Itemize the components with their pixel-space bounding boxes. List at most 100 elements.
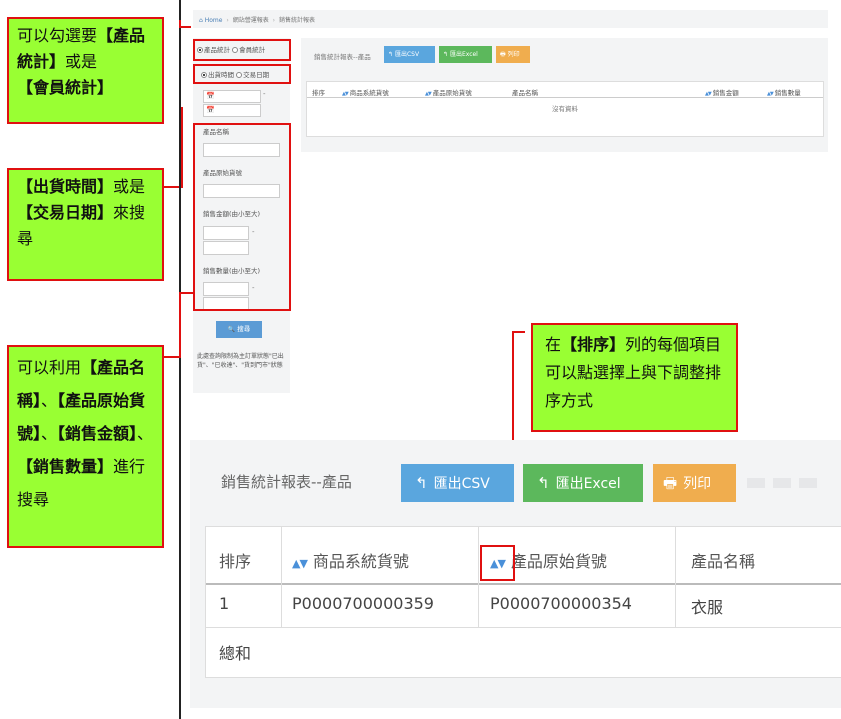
cell-product-name: 衣服 (691, 598, 724, 617)
row-divider (206, 627, 841, 628)
table-border (206, 526, 841, 527)
col-header-order[interactable]: 排序 (312, 87, 325, 97)
panel-title: 銷售統計報表--產品 (221, 473, 352, 491)
reply-icon: ↰ (443, 51, 449, 58)
report-panel-zoomed: 銷售統計報表--產品 ↰ 匯出CSV ↰ 匯出Excel 🖶 列印 排序 ▲▼ 商品系統… (190, 440, 841, 708)
button-label: 列印 (507, 51, 520, 58)
col-header-original-no[interactable]: ▲▼ 產品原始貨號 (425, 87, 472, 97)
note-bold: 【銷售數量】 (17, 457, 114, 476)
note-text: 在 (545, 335, 562, 354)
col-header-sales-qty[interactable]: ▲▼ 銷售數量 (767, 87, 801, 97)
print-button[interactable]: 🖶 列印 (653, 464, 736, 502)
print-icon: 🖶 (500, 51, 506, 58)
connector-line (181, 292, 193, 294)
highlight-date-type (193, 64, 291, 84)
panel-title: 銷售統計報表--產品 (314, 53, 371, 61)
export-excel-button[interactable]: ↰ 匯出Excel (439, 46, 492, 63)
button-label: 列印 (683, 476, 712, 492)
cell-order: 1 (219, 594, 230, 613)
report-table: 排序 ▲▼ 商品系統貨號 ▲▼ 產品原始貨號 產品名稱 1 P00007000003… (205, 526, 841, 678)
mini-report-table: 排序 ▲▼ 商品系統貨號 ▲▼ 產品原始貨號 產品名稱 ▲▼ 銷售金額 ▲▼ 銷售數量 … (306, 81, 824, 137)
note-text: 或是 (65, 52, 98, 71)
button-label: 匯出Excel (555, 476, 621, 492)
note-bold: 【出貨時間】 (17, 177, 114, 196)
callout-search-fields: 可以利用【產品名稱】、【產品原始貨號】、【銷售金額】、【銷售數量】進行搜尋 (7, 345, 164, 548)
col-header-product-name[interactable]: 產品名稱 (512, 87, 538, 97)
header-label: 商品系統貨號 (349, 89, 389, 97)
breadcrumb-home-link[interactable]: Home (205, 17, 223, 24)
col-header-system-no[interactable]: ▲▼ 商品系統貨號 (342, 87, 389, 97)
range-dash: - (263, 90, 266, 98)
note-bold: 【交易日期】 (17, 203, 114, 222)
faded-placeholder (799, 478, 817, 488)
header-label: 銷售金額 (712, 89, 739, 97)
export-csv-button[interactable]: ↰ 匯出CSV (401, 464, 514, 502)
home-icon[interactable]: ⌂ (199, 17, 203, 24)
col-header-system-no[interactable]: ▲▼ 商品系統貨號 (292, 548, 409, 572)
empty-state-text: 沒有資料 (552, 105, 578, 113)
date-from-input[interactable]: 📅 (203, 90, 261, 103)
connector-line (181, 107, 183, 188)
export-excel-button[interactable]: ↰ 匯出Excel (523, 464, 643, 502)
note-text: 可以勾選要 (17, 26, 98, 45)
reply-icon: ↰ (388, 51, 394, 58)
highlight-search-fields (193, 123, 291, 311)
header-label: 商品系統貨號 (312, 552, 409, 571)
callout-date-type: 【出貨時間】或是【交易日期】來搜尋 (7, 168, 164, 281)
breadcrumb-separator: › (272, 17, 276, 24)
breadcrumb-item[interactable]: 網站營運報表 (233, 17, 269, 24)
reply-icon: ↰ (537, 474, 550, 492)
note-bold: 【會員統計】 (17, 78, 114, 97)
button-label: 匯出CSV (433, 476, 490, 492)
note-text: 、 (41, 391, 58, 410)
search-icon: 🔍 (227, 326, 236, 333)
col-header-order[interactable]: 排序 (219, 548, 251, 572)
col-divider (675, 526, 676, 628)
header-divider (206, 583, 841, 585)
col-header-sales-amount[interactable]: ▲▼ 銷售金額 (705, 87, 739, 97)
connector-line (164, 186, 179, 188)
connector-line (181, 26, 191, 28)
print-button[interactable]: 🖶 列印 (496, 46, 530, 63)
breadcrumb: ⌂ Home › 網站營運報表 › 銷售統計報表 (193, 10, 828, 28)
sidebar-note: 此處查詢限制為主訂單狀態"已出貨"、"已收達"、"貨到門市"狀態 (197, 353, 284, 369)
connector-line (179, 292, 181, 358)
breadcrumb-current: 銷售統計報表 (278, 17, 315, 24)
reply-icon: ↰ (415, 474, 428, 492)
note-text: 、 (41, 424, 58, 443)
note-text: 可以利用 (17, 358, 82, 377)
search-button-label: 搜尋 (237, 325, 251, 333)
connector-line (512, 331, 525, 333)
header-divider (307, 97, 823, 98)
button-label: 匯出Excel (449, 51, 478, 58)
table-border (206, 677, 841, 678)
button-label: 匯出CSV (394, 51, 420, 58)
cell-total-label: 總和 (219, 644, 252, 663)
callout-sort: 在【排序】列的每個項目可以點選擇上與下調整排序方式 (531, 323, 738, 432)
note-text: 、 (137, 424, 154, 443)
calendar-icon: 📅 (206, 92, 215, 100)
highlight-sort-icon (480, 545, 515, 581)
col-divider (478, 526, 479, 628)
cell-system-no: P0000700000359 (292, 594, 434, 613)
report-panel-mini: 銷售統計報表--產品 ↰ 匯出CSV ↰ 匯出Excel 🖶 列印 排序 ▲▼ 商… (301, 38, 828, 152)
faded-placeholder (747, 478, 765, 488)
header-label: 產品原始貨號 (432, 89, 472, 97)
note-bold: 【排序】 (561, 335, 626, 354)
calendar-icon: 📅 (206, 106, 215, 114)
search-button[interactable]: 🔍 搜尋 (216, 321, 262, 338)
callout-stat-type: 可以勾選要【產品統計】或是 【會員統計】 (7, 17, 164, 124)
breadcrumb-separator: › (226, 17, 229, 24)
print-icon: 🖶 (663, 474, 678, 492)
note-bold: 【銷售金額】 (57, 424, 138, 443)
cell-original-no: P0000700000354 (490, 594, 632, 613)
sort-icon[interactable]: ▲▼ (292, 557, 308, 570)
note-text: 或是 (113, 177, 146, 196)
date-to-input[interactable]: 📅 (203, 104, 261, 117)
export-csv-button[interactable]: ↰ 匯出CSV (384, 46, 435, 63)
highlight-stat-type (193, 39, 291, 61)
faded-placeholder (773, 478, 791, 488)
col-header-product-name[interactable]: 產品名稱 (691, 548, 755, 572)
header-label: 銷售數量 (774, 89, 801, 97)
header-label: 產品原始貨號 (510, 552, 607, 571)
